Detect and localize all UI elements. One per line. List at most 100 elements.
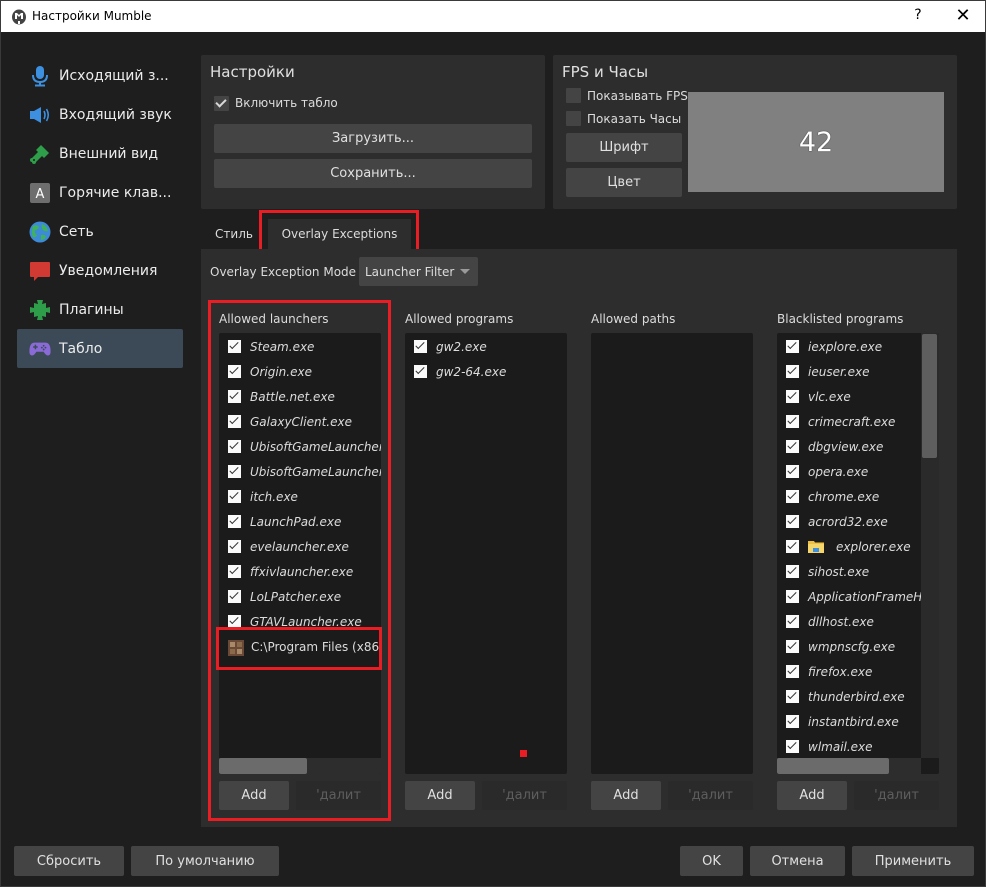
list-item[interactable]: dbgview.exe [777,434,939,459]
list-item-path[interactable]: C:\Program Files (x86) [219,634,381,659]
item-checkbox[interactable] [228,540,241,553]
help-button[interactable]: ? [908,7,928,23]
show-clock-checkbox[interactable] [566,111,581,126]
list-item[interactable]: gw2.exe [405,334,567,359]
list-item[interactable]: UbisoftGameLauncher64.exe [219,459,381,484]
defaults-button[interactable]: По умолчанию [131,846,279,876]
list-item[interactable]: wlmail.exe [777,734,939,759]
save-button[interactable]: Сохранить... [214,159,532,188]
item-checkbox[interactable] [786,690,799,703]
list-item[interactable]: Steam.exe [219,334,381,359]
item-checkbox[interactable] [228,415,241,428]
list-item[interactable]: opera.exe [777,459,939,484]
item-checkbox[interactable] [786,640,799,653]
item-checkbox[interactable] [228,490,241,503]
vertical-scrollbar[interactable] [921,333,939,758]
tab-overlay-exceptions[interactable]: Overlay Exceptions [268,219,411,249]
item-checkbox[interactable] [786,540,799,553]
scrollbar-thumb[interactable] [922,334,937,458]
load-button[interactable]: Загрузить... [214,124,532,153]
list-item[interactable]: dllhost.exe [777,609,939,634]
sidebar-item-notifications[interactable]: Уведомления [17,251,183,290]
item-checkbox[interactable] [786,565,799,578]
allowed-programs-list[interactable]: gw2.exe gw2-64.exe [405,333,567,774]
sidebar-item-plugins[interactable]: Плагины [17,290,183,329]
item-checkbox[interactable] [414,365,427,378]
horizontal-scrollbar[interactable] [219,758,381,774]
item-checkbox[interactable] [786,665,799,678]
enable-overlay-checkbox[interactable] [214,96,229,111]
allowed-paths-list[interactable] [591,333,753,774]
item-checkbox[interactable] [228,590,241,603]
list-item[interactable]: thunderbird.exe [777,684,939,709]
sidebar-item-outgoing-audio[interactable]: Исходящий з... [17,56,183,95]
scrollbar-thumb[interactable] [777,758,889,774]
list-item[interactable]: ieuser.exe [777,359,939,384]
list-item[interactable]: UbisoftGameLauncher.exe [219,434,381,459]
item-checkbox[interactable] [786,490,799,503]
list-item[interactable]: firefox.exe [777,659,939,684]
add-launcher-button[interactable]: Add [219,781,289,810]
tab-style[interactable]: Стиль [207,219,261,248]
item-checkbox[interactable] [786,415,799,428]
list-item[interactable]: iexplore.exe [777,334,939,359]
blacklisted-programs-list[interactable]: iexplore.exe ieuser.exe vlc.exe crimecraft.… [777,333,939,774]
remove-launcher-button[interactable]: 'далит [296,781,381,810]
item-checkbox[interactable] [228,390,241,403]
item-checkbox[interactable] [786,615,799,628]
show-fps-checkbox[interactable] [566,88,581,103]
item-checkbox[interactable] [414,340,427,353]
item-checkbox[interactable] [786,440,799,453]
allowed-launchers-list[interactable]: Steam.exe Origin.exe Battle.net.exe GalaxyC… [219,333,381,774]
sidebar-item-incoming-audio[interactable]: Входящий звук [17,95,183,134]
horizontal-scrollbar[interactable] [777,758,921,774]
item-checkbox[interactable] [786,515,799,528]
item-checkbox[interactable] [786,390,799,403]
item-checkbox[interactable] [228,365,241,378]
close-button[interactable]: ✕ [951,5,975,26]
list-item[interactable]: evelauncher.exe [219,534,381,559]
item-checkbox[interactable] [786,365,799,378]
list-item[interactable]: GTAVLauncher.exe [219,609,381,634]
item-checkbox[interactable] [228,465,241,478]
list-item[interactable]: acrord32.exe [777,509,939,534]
list-item[interactable]: Battle.net.exe [219,384,381,409]
item-checkbox[interactable] [786,465,799,478]
item-checkbox[interactable] [228,615,241,628]
item-checkbox[interactable] [228,440,241,453]
list-item[interactable]: Origin.exe [219,359,381,384]
ok-button[interactable]: OK [680,846,743,876]
list-item[interactable]: explorer.exe [777,534,939,559]
list-item[interactable]: GalaxyClient.exe [219,409,381,434]
add-path-button[interactable]: Add [591,781,661,810]
remove-program-button[interactable]: 'далит [482,781,567,810]
list-item[interactable]: instantbird.exe [777,709,939,734]
add-blacklist-button[interactable]: Add [777,781,847,810]
item-checkbox[interactable] [786,340,799,353]
sidebar-item-shortcuts[interactable]: A Горячие клав... [17,173,183,212]
list-item[interactable]: ApplicationFrameHost.exe [777,584,939,609]
list-item[interactable]: LoLPatcher.exe [219,584,381,609]
cancel-button[interactable]: Отмена [750,846,845,876]
remove-blacklist-button[interactable]: 'далит [854,781,939,810]
list-item[interactable]: sihost.exe [777,559,939,584]
item-checkbox[interactable] [786,740,799,753]
list-item[interactable]: itch.exe [219,484,381,509]
list-item[interactable]: chrome.exe [777,484,939,509]
list-item[interactable]: wmpnscfg.exe [777,634,939,659]
list-item[interactable]: LaunchPad.exe [219,509,381,534]
list-item[interactable]: gw2-64.exe [405,359,567,384]
scrollbar-thumb[interactable] [219,758,307,774]
font-button[interactable]: Шрифт [566,133,682,162]
sidebar-item-appearance[interactable]: Внешний вид [17,134,183,173]
sidebar-item-overlay[interactable]: Табло [17,329,183,368]
remove-path-button[interactable]: 'далит [668,781,753,810]
add-program-button[interactable]: Add [405,781,475,810]
item-checkbox[interactable] [228,565,241,578]
item-checkbox[interactable] [786,590,799,603]
list-item[interactable]: vlc.exe [777,384,939,409]
apply-button[interactable]: Применить [852,846,974,876]
exception-mode-select[interactable]: Launcher Filter [359,257,478,286]
item-checkbox[interactable] [228,340,241,353]
list-item[interactable]: crimecraft.exe [777,409,939,434]
